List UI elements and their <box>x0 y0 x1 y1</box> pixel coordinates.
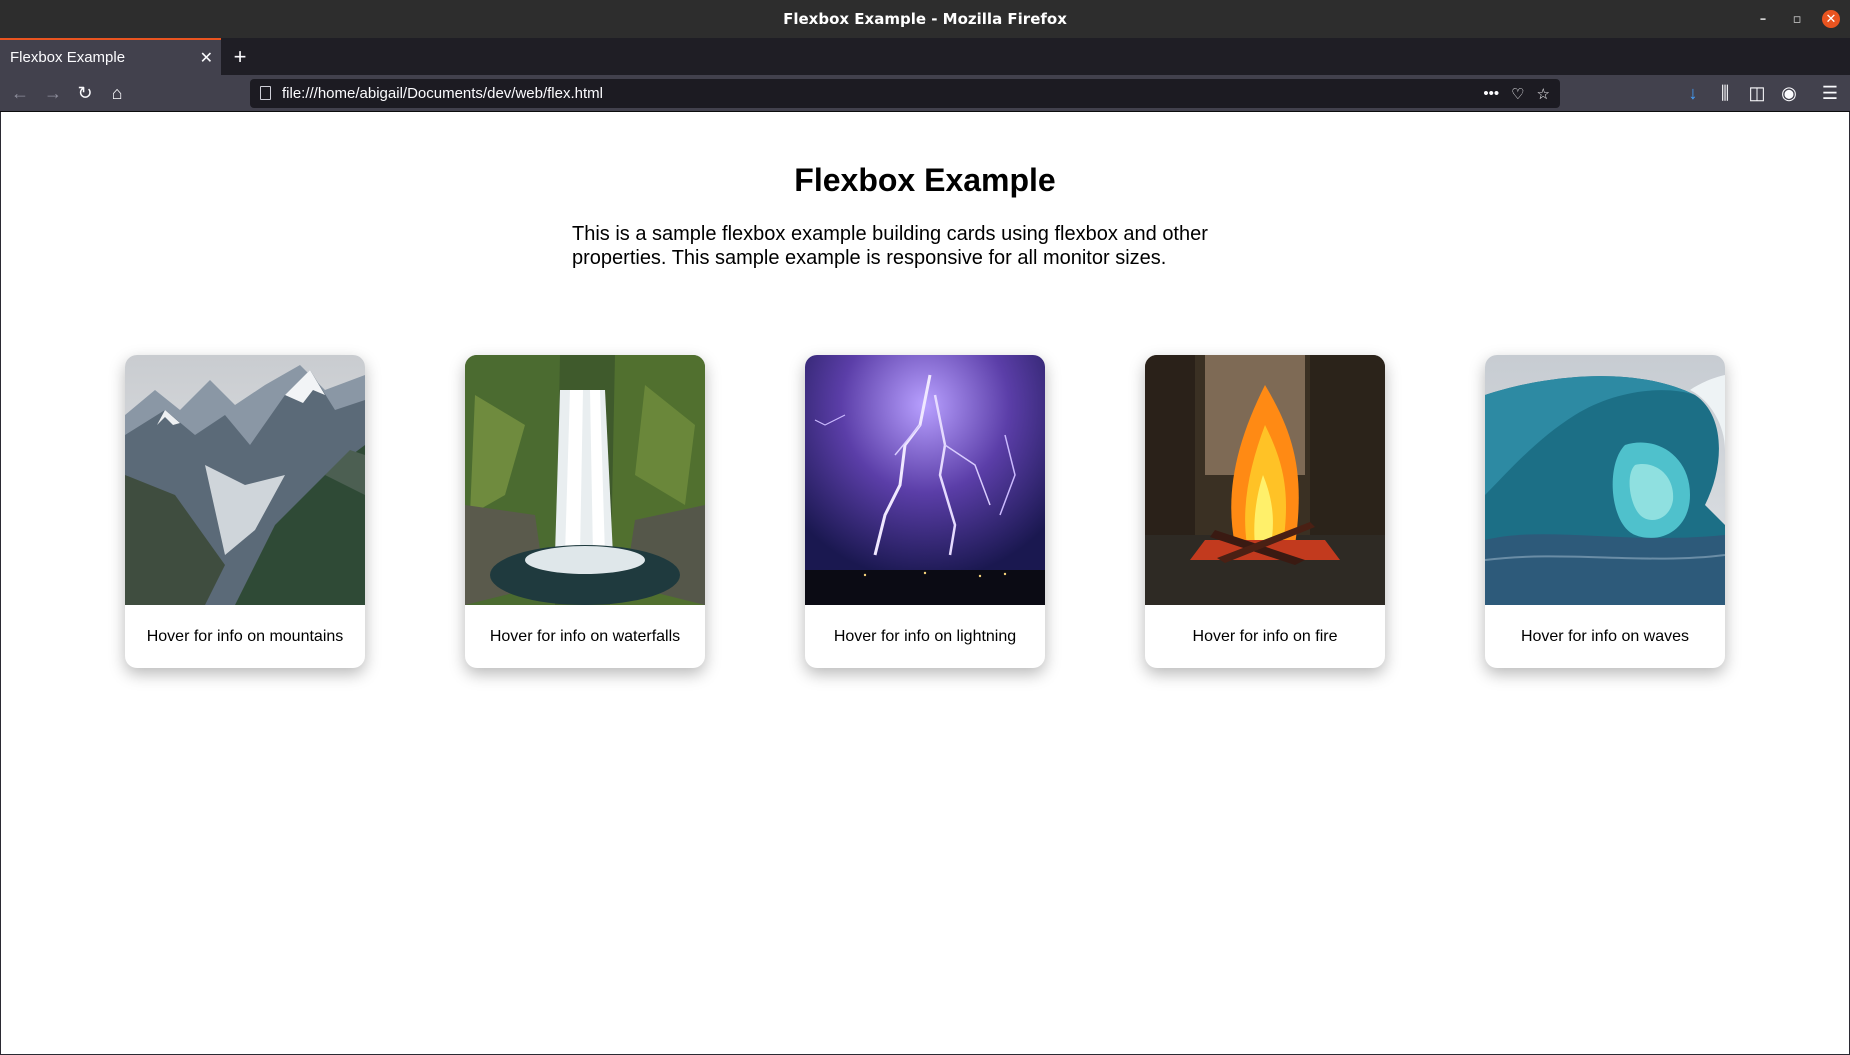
navigation-toolbar: ← → ↻ ⌂ file:///home/abigail/Documents/d… <box>0 75 1850 112</box>
tab-flexbox-example[interactable]: Flexbox Example ✕ <box>0 38 221 75</box>
card-waterfalls[interactable]: Hover for info on waterfalls <box>465 355 705 668</box>
url-actions: ••• ♡ ☆ <box>1483 79 1550 108</box>
url-bar[interactable]: file:///home/abigail/Documents/dev/web/f… <box>250 79 1560 108</box>
card-caption: Hover for info on lightning <box>833 627 1017 645</box>
waterfall-image <box>465 355 705 605</box>
wave-image <box>1485 355 1725 605</box>
intro-paragraph: This is a sample flexbox example buildin… <box>572 222 1232 270</box>
library-icon[interactable]: ⫼ <box>1713 81 1737 105</box>
tab-close-icon[interactable]: ✕ <box>200 48 213 68</box>
window-title: Flexbox Example - Mozilla Firefox <box>783 10 1067 28</box>
new-tab-button[interactable]: + <box>221 38 259 75</box>
sidebar-icon[interactable]: ◫ <box>1745 81 1769 105</box>
card-caption: Hover for info on waves <box>1520 627 1690 645</box>
menu-icon[interactable]: ☰ <box>1818 81 1842 105</box>
window-titlebar: Flexbox Example - Mozilla Firefox – ▫ ✕ <box>0 0 1850 38</box>
pocket-icon[interactable]: ♡ <box>1511 85 1524 103</box>
card-caption: Hover for info on mountains <box>146 627 344 645</box>
card-mountains[interactable]: Hover for info on mountains <box>125 355 365 668</box>
window-controls: – ▫ ✕ <box>1754 0 1840 38</box>
tab-label: Flexbox Example <box>10 49 126 66</box>
forward-button[interactable]: → <box>41 81 65 105</box>
reload-button[interactable]: ↻ <box>73 81 97 105</box>
fire-image <box>1145 355 1385 605</box>
intro-line-2: properties. This sample example is respo… <box>572 247 1167 269</box>
page-title: Flexbox Example <box>794 162 1056 198</box>
mountains-image <box>125 355 365 605</box>
intro-line-1: This is a sample flexbox example buildin… <box>572 223 1208 245</box>
url-text[interactable]: file:///home/abigail/Documents/dev/web/f… <box>282 85 603 102</box>
page-content: Flexbox Example This is a sample flexbox… <box>1 112 1849 1054</box>
card-row: Hover for info on mountains Hover for in… <box>1 355 1849 675</box>
close-window-button[interactable]: ✕ <box>1822 10 1840 28</box>
card-lightning[interactable]: Hover for info on lightning <box>805 355 1045 668</box>
tab-strip: Flexbox Example ✕ + <box>0 38 1850 75</box>
maximize-button[interactable]: ▫ <box>1788 10 1806 28</box>
minimize-button[interactable]: – <box>1754 10 1772 28</box>
home-button[interactable]: ⌂ <box>105 81 129 105</box>
back-button[interactable]: ← <box>8 81 32 105</box>
lightning-image <box>805 355 1045 605</box>
page-icon <box>260 86 271 100</box>
account-icon[interactable]: ◉ <box>1777 81 1801 105</box>
page-actions-icon[interactable]: ••• <box>1483 85 1499 102</box>
card-waves[interactable]: Hover for info on waves <box>1485 355 1725 668</box>
downloads-icon[interactable]: ↓ <box>1681 81 1705 105</box>
bookmark-star-icon[interactable]: ☆ <box>1537 85 1550 103</box>
card-caption: Hover for info on fire <box>1192 627 1338 645</box>
card-fire[interactable]: Hover for info on fire <box>1145 355 1385 668</box>
card-caption: Hover for info on waterfalls <box>489 627 681 645</box>
